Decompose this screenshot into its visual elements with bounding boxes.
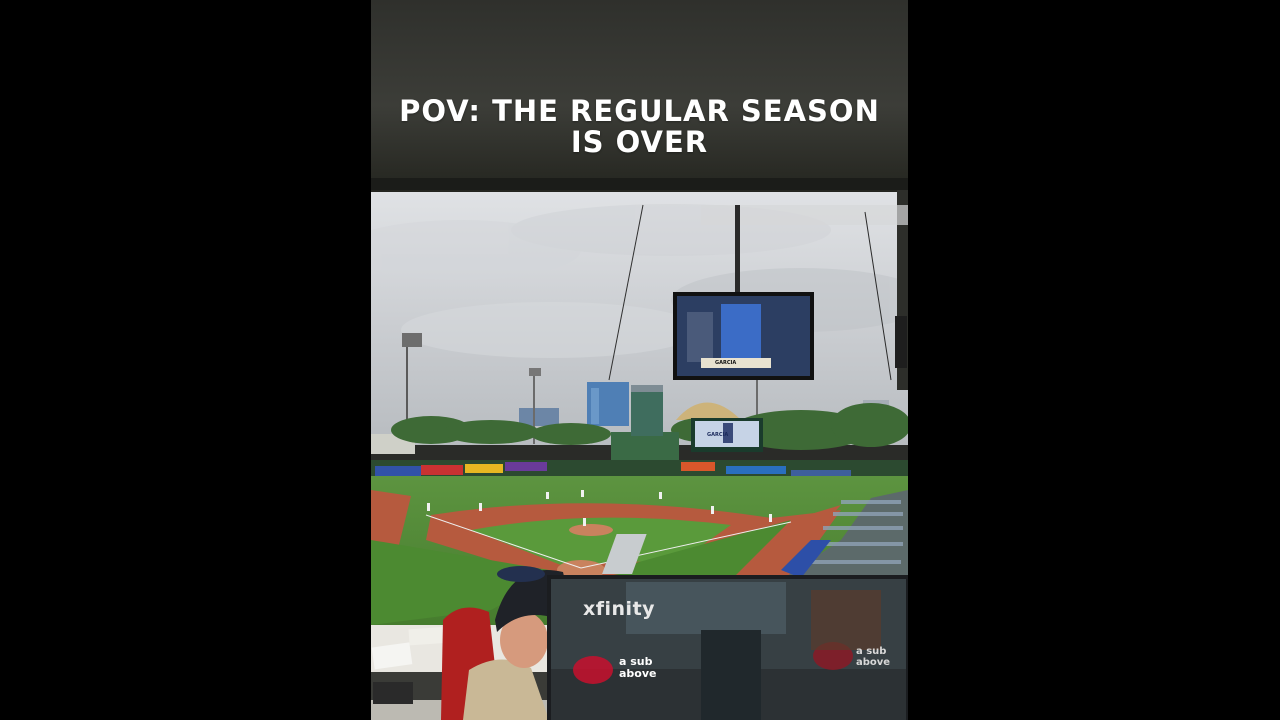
tv-player-name: GARCIA xyxy=(715,360,737,366)
equipment xyxy=(373,682,413,704)
overhang-strip xyxy=(701,205,908,225)
batters-eye xyxy=(611,432,679,464)
scoreboard-player-name: GARCIA xyxy=(707,432,729,438)
press-box-monitor xyxy=(547,575,908,720)
video-caption: POV: THE REGULAR SEASON IS OVER xyxy=(371,96,908,158)
sub-ad-text-right: a sub above xyxy=(856,646,891,668)
pitchers-mound xyxy=(569,524,613,536)
right-speaker xyxy=(895,316,907,368)
caption-line-2: IS OVER xyxy=(570,125,709,159)
sub-ad-text-left: a sub above xyxy=(619,655,657,680)
video-frame: POV: THE REGULAR SEASON IS OVER GARCIA G… xyxy=(371,0,908,720)
xfinity-logo: xfinity xyxy=(583,598,656,620)
caption-line-1: POV: THE REGULAR SEASON xyxy=(399,94,880,128)
video-player: POV: THE REGULAR SEASON IS OVER GARCIA G… xyxy=(0,0,1280,720)
hanging-tv xyxy=(673,292,814,380)
window-frame-top xyxy=(371,178,908,190)
scoreboard-tower xyxy=(631,392,663,436)
tv-mount-pole xyxy=(735,205,740,295)
